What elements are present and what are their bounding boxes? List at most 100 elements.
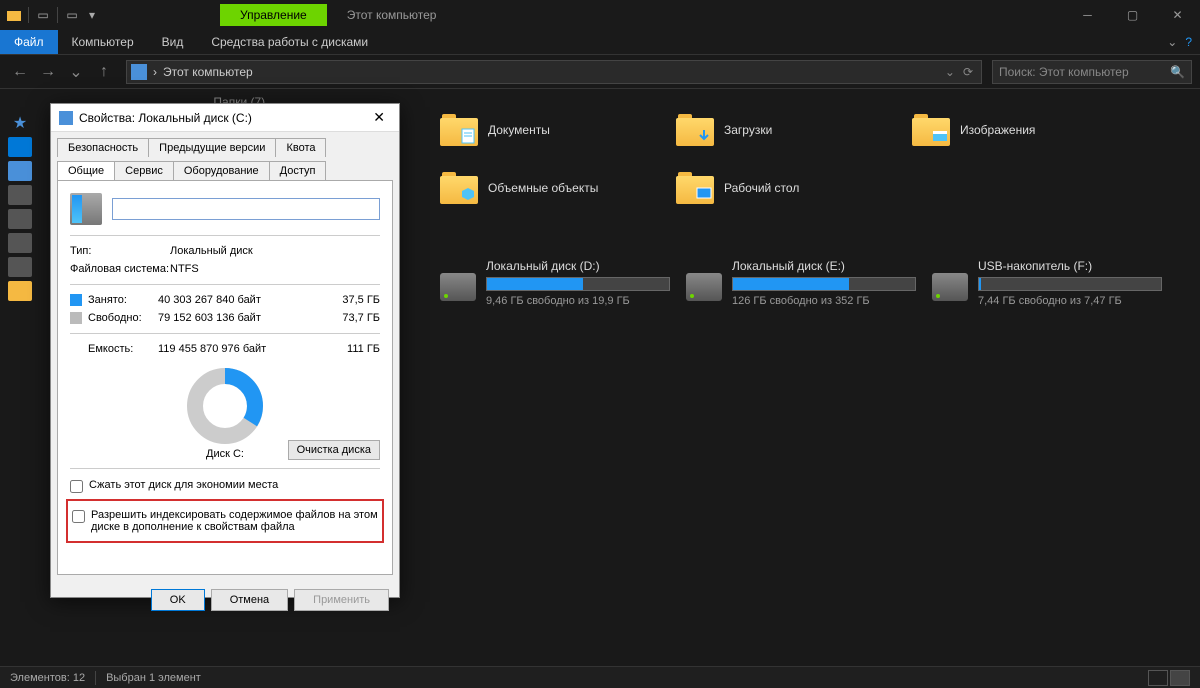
folder-label: Загрузки: [724, 123, 772, 137]
drive-free-text: 7,44 ГБ свободно из 7,47 ГБ: [978, 295, 1162, 307]
help-icon[interactable]: ?: [1185, 35, 1192, 49]
tab-sharing[interactable]: Доступ: [269, 161, 327, 180]
drive-name: Локальный диск (E:): [732, 259, 916, 273]
tab-tools[interactable]: Сервис: [114, 161, 174, 180]
close-button[interactable]: ✕: [1155, 0, 1200, 30]
drive-f[interactable]: USB-накопитель (F:) 7,44 ГБ свободно из …: [932, 259, 1162, 307]
tab-panel-general: Тип: Локальный диск Файловая система: NT…: [57, 180, 393, 575]
index-checkbox[interactable]: [72, 510, 85, 523]
qat-dropdown-icon[interactable]: ▾: [84, 7, 100, 23]
filesystem-value: NTFS: [170, 263, 380, 275]
used-swatch: [70, 294, 82, 306]
qat-new-folder-icon[interactable]: ▭: [64, 7, 80, 23]
address-dropdown-icon[interactable]: ⌄: [941, 65, 959, 79]
folder-downloads[interactable]: Загрузки: [676, 109, 896, 151]
drive-free-text: 9,46 ГБ свободно из 19,9 ГБ: [486, 295, 670, 307]
drive-free-text: 126 ГБ свободно из 352 ГБ: [732, 295, 916, 307]
folder-3d-objects[interactable]: Объемные объекты: [440, 167, 660, 209]
forward-button[interactable]: →: [36, 60, 60, 84]
compress-label: Сжать этот диск для экономии места: [89, 479, 278, 491]
address-bar[interactable]: › Этот компьютер ⌄ ⟳: [126, 60, 982, 84]
drive-icon: [686, 273, 722, 301]
type-value: Локальный диск: [170, 245, 380, 257]
menu-drive-tools[interactable]: Средства работы с дисками: [197, 30, 382, 54]
back-button[interactable]: ←: [8, 60, 32, 84]
sidebar-network[interactable]: [8, 281, 32, 301]
ribbon-tabs: Файл Компьютер Вид Средства работы с дис…: [0, 30, 1200, 55]
dialog-close-button[interactable]: ✕: [367, 107, 391, 128]
maximize-button[interactable]: ▢: [1110, 0, 1155, 30]
dialog-title: Свойства: Локальный диск (C:): [79, 111, 252, 125]
drive-e[interactable]: Локальный диск (E:) 126 ГБ свободно из 3…: [686, 259, 916, 307]
type-label: Тип:: [70, 245, 170, 257]
ribbon-context-tab[interactable]: Управление: [220, 4, 327, 26]
sidebar-onedrive[interactable]: [8, 137, 32, 157]
search-input[interactable]: Поиск: Этот компьютер 🔍: [992, 60, 1192, 84]
tab-security[interactable]: Безопасность: [57, 138, 149, 157]
free-gb: 73,7 ГБ: [320, 312, 380, 324]
free-label: Свободно:: [88, 312, 158, 324]
compress-checkbox[interactable]: [70, 480, 83, 493]
tab-hardware[interactable]: Оборудование: [173, 161, 270, 180]
usage-donut-chart: [185, 366, 265, 446]
status-bar: Элементов: 12 Выбран 1 элемент: [0, 666, 1200, 688]
tab-quota[interactable]: Квота: [275, 138, 326, 157]
drive-name: USB-накопитель (F:): [978, 259, 1162, 273]
sidebar-drive-1[interactable]: [8, 185, 32, 205]
folder-label: Объемные объекты: [488, 181, 598, 195]
index-highlight: Разрешить индексировать содержимое файло…: [66, 499, 384, 543]
breadcrumb-separator: ›: [153, 65, 157, 79]
minimize-button[interactable]: ─: [1065, 0, 1110, 30]
breadcrumb-this-pc[interactable]: Этот компьютер: [163, 65, 253, 79]
cancel-button[interactable]: Отмена: [211, 589, 288, 611]
drive-name: Локальный диск (D:): [486, 259, 670, 273]
status-item-count: Элементов: 12: [10, 672, 85, 684]
free-swatch: [70, 312, 82, 324]
recent-dropdown-icon[interactable]: ⌄: [64, 60, 88, 84]
apply-button[interactable]: Применить: [294, 589, 389, 611]
menu-file[interactable]: Файл: [0, 30, 58, 54]
folder-pictures[interactable]: Изображения: [912, 109, 1132, 151]
drive-icon: [59, 111, 73, 125]
sidebar-drive-3[interactable]: [8, 233, 32, 253]
drive-d[interactable]: Локальный диск (D:) 9,46 ГБ свободно из …: [440, 259, 670, 307]
sidebar-drive-2[interactable]: [8, 209, 32, 229]
folder-label: Рабочий стол: [724, 181, 799, 195]
properties-dialog: Свойства: Локальный диск (C:) ✕ Безопасн…: [50, 103, 400, 598]
menu-computer[interactable]: Компьютер: [58, 30, 148, 54]
disk-cleanup-button[interactable]: Очистка диска: [288, 440, 380, 460]
sidebar-drive-4[interactable]: [8, 257, 32, 277]
menu-view[interactable]: Вид: [148, 30, 198, 54]
folder-desktop[interactable]: Рабочий стол: [676, 167, 896, 209]
view-details-button[interactable]: [1148, 670, 1168, 686]
drive-capacity-bar: [486, 277, 670, 291]
tab-general[interactable]: Общие: [57, 161, 115, 180]
qat-properties-icon[interactable]: ▭: [35, 7, 51, 23]
drive-icon: [440, 273, 476, 301]
up-button[interactable]: ↑: [92, 60, 116, 84]
ribbon-collapse-icon[interactable]: ⌄: [1167, 35, 1177, 49]
window-title: Этот компьютер: [347, 8, 437, 22]
free-bytes: 79 152 603 136 байт: [158, 312, 320, 324]
drives-grid: Локальный диск (D:) 9,46 ГБ свободно из …: [440, 259, 1180, 307]
drive-label-input[interactable]: [112, 198, 380, 220]
ok-button[interactable]: OK: [151, 589, 205, 611]
folder-documents[interactable]: Документы: [440, 109, 660, 151]
search-placeholder: Поиск: Этот компьютер: [999, 65, 1129, 79]
dialog-titlebar[interactable]: Свойства: Локальный диск (C:) ✕: [51, 104, 399, 132]
drive-capacity-bar: [732, 277, 916, 291]
view-tiles-button[interactable]: [1170, 670, 1190, 686]
sidebar-this-pc[interactable]: [8, 161, 32, 181]
navigation-bar: ← → ⌄ ↑ › Этот компьютер ⌄ ⟳ Поиск: Этот…: [0, 55, 1200, 89]
sidebar-quick-access[interactable]: ★: [8, 113, 32, 133]
filesystem-label: Файловая система:: [70, 263, 170, 275]
refresh-button[interactable]: ⟳: [959, 65, 977, 79]
drive-icon: [932, 273, 968, 301]
nav-pane: ★: [0, 89, 40, 666]
search-icon: 🔍: [1170, 65, 1185, 79]
folder-icon: [440, 172, 478, 204]
folder-icon: [440, 114, 478, 146]
folder-label: Изображения: [960, 123, 1035, 137]
used-gb: 37,5 ГБ: [320, 294, 380, 306]
tab-previous-versions[interactable]: Предыдущие версии: [148, 138, 276, 157]
